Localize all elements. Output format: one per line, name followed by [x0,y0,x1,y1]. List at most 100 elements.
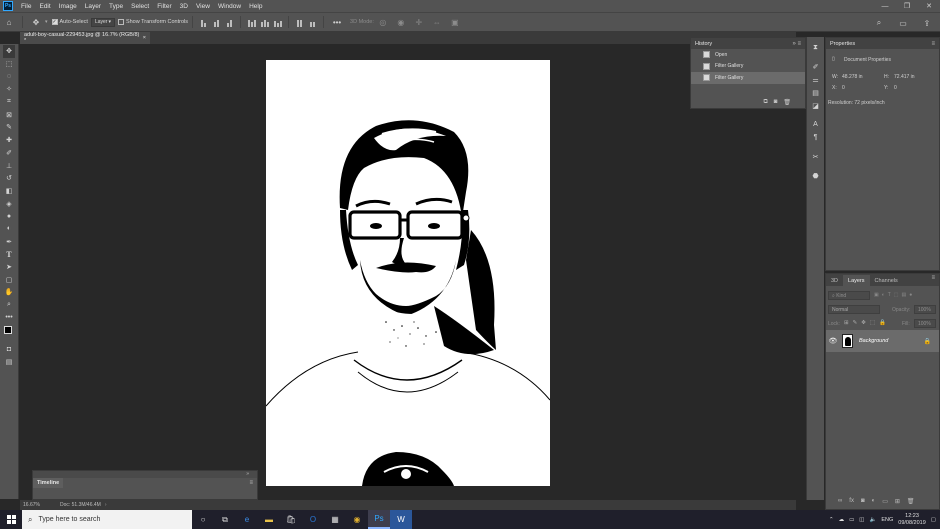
close-button[interactable]: ✕ [918,0,940,12]
chevron-down-icon[interactable]: ▾ [45,19,48,25]
width-value[interactable]: 48.278 in [842,74,863,80]
menu-edit[interactable]: Edit [35,3,54,10]
history-title[interactable]: History [695,41,712,47]
distribute-icon[interactable] [295,18,304,27]
eyedropper-tool-icon[interactable]: ✎ [3,121,15,134]
history-item[interactable]: Filter Gallery [691,61,805,73]
panel-menu-icon[interactable]: ≡ [249,480,253,486]
auto-select-target-dropdown[interactable]: Layer ▾ [90,17,115,27]
word-icon[interactable]: W [390,510,412,529]
panel-menu-icon[interactable]: ≡ [931,41,935,47]
fill-field[interactable]: 100% [914,319,936,328]
height-value[interactable]: 72.417 in [894,74,915,80]
menu-3d[interactable]: 3D [176,3,192,10]
chevron-right-icon[interactable]: › [105,502,107,508]
trash-icon[interactable]: 🗑 [783,99,791,106]
menu-window[interactable]: Window [214,3,245,10]
menu-filter[interactable]: Filter [153,3,175,10]
brushes-icon[interactable]: ▤ [810,86,822,99]
timeline-tab[interactable]: Timeline [33,478,64,488]
more-options-icon[interactable]: ••• [331,16,343,28]
move-tool-icon[interactable]: ✥ [3,45,15,58]
frame-tool-icon[interactable]: ⊠ [3,108,15,121]
document-tab[interactable]: adult-boy-casual-229453.jpg @ 16.7% (RGB… [20,32,150,44]
type-tool-icon[interactable]: T [3,248,15,261]
history-item-selected[interactable]: Filter Gallery [691,72,805,84]
align-top-icon[interactable] [247,18,256,27]
3d-roll-icon[interactable]: ◉ [395,16,407,28]
layer-row-background[interactable]: 👁 Background 🔒 [826,330,939,352]
lasso-tool-icon[interactable]: ◌ [3,70,15,83]
trash-icon[interactable]: 🗑 [907,498,915,505]
minimize-button[interactable]: — [874,0,896,12]
menu-file[interactable]: File [17,3,35,10]
menu-layer[interactable]: Layer [81,3,105,10]
marquee-tool-icon[interactable]: ⬚ [3,58,15,71]
close-tab-icon[interactable]: × [143,35,146,41]
align-middle-icon[interactable] [260,18,269,27]
pen-tool-icon[interactable]: ✒ [3,235,15,248]
photoshop-taskbar-icon[interactable]: Ps [368,510,390,529]
layer-name[interactable]: Background [859,338,888,344]
paragraph-icon[interactable]: ¶ [810,131,822,144]
battery-icon[interactable]: ▭ [849,517,854,523]
layer-style-icon[interactable]: fx [849,498,854,505]
eraser-tool-icon[interactable]: ◧ [3,185,15,198]
link-layers-icon[interactable]: ∞ [838,498,842,505]
paint-bucket-tool-icon[interactable]: ◈ [3,197,15,210]
panel-menu-icon[interactable]: » ≡ [792,41,801,47]
align-bottom-icon[interactable] [273,18,282,27]
network-icon[interactable]: ◫ [859,517,864,523]
zoom-level[interactable]: 16.67% [23,502,40,508]
hand-tool-icon[interactable]: ✋ [3,286,15,299]
new-layer-icon[interactable]: ⊞ [895,498,900,505]
add-mask-icon[interactable]: ◙ [861,498,865,505]
3d-icon[interactable]: ⬣ [810,169,822,182]
zoom-tool-icon[interactable]: ⌕ [3,299,15,312]
blur-tool-icon[interactable]: ● [3,210,15,223]
workspace-icon[interactable]: ▭ [897,17,909,29]
align-left-icon[interactable] [199,18,208,27]
history-brush-tool-icon[interactable]: ↺ [3,172,15,185]
file-explorer-icon[interactable]: ▬ [258,510,280,529]
new-document-from-state-icon[interactable]: ⧉ [763,99,767,106]
notifications-icon[interactable]: ▢ [931,517,936,523]
brush-settings-icon[interactable]: ✐ [810,60,822,73]
edge-icon[interactable]: e [236,510,258,529]
3d-scale-icon[interactable]: ▣ [449,16,461,28]
tab-layers[interactable]: Layers [843,275,870,286]
menu-view[interactable]: View [192,3,214,10]
healing-brush-tool-icon[interactable]: ✚ [3,134,15,147]
3d-orbit-icon[interactable]: ◎ [377,16,389,28]
character-icon[interactable]: A [810,118,822,131]
opacity-field[interactable]: 100% [914,305,936,314]
y-value[interactable]: 0 [894,85,897,91]
collapse-icon[interactable]: » [246,471,249,477]
volume-icon[interactable]: 🔈 [869,517,876,523]
menu-image[interactable]: Image [55,3,81,10]
history-item[interactable]: Open [691,49,805,61]
language-indicator[interactable]: ENG [881,517,893,523]
layer-filter-kind[interactable]: ⌕ Kind [828,291,870,300]
more-tools-icon[interactable]: ••• [3,311,15,324]
restore-button[interactable]: ❐ [896,0,918,12]
crop-tool-icon[interactable]: ⌗ [3,96,15,109]
x-value[interactable]: 0 [842,85,845,91]
brush-tool-icon[interactable]: ✐ [3,147,15,160]
outlook-icon[interactable]: O [302,510,324,529]
share-icon[interactable]: ⇪ [921,17,933,29]
home-icon[interactable]: ⌂ [3,16,15,28]
path-selection-tool-icon[interactable]: ➤ [3,261,15,274]
align-right-icon[interactable] [225,18,234,27]
taskbar-search-input[interactable]: ⌕ Type here to search [22,510,192,529]
clone-stamp-tool-icon[interactable]: ⊥ [3,159,15,172]
onedrive-icon[interactable]: ☁ [839,517,845,523]
dodge-tool-icon[interactable]: ◐ [3,223,15,236]
task-view-icon[interactable]: ⧉ [214,510,236,529]
eye-icon[interactable]: 👁 [826,337,840,345]
libraries-icon[interactable]: ◪ [810,99,822,112]
menu-type[interactable]: Type [105,3,127,10]
tab-3d[interactable]: 3D [826,275,843,286]
chevron-up-icon[interactable]: ⌃ [829,517,834,523]
3d-slide-icon[interactable]: ⇔ [431,16,443,28]
